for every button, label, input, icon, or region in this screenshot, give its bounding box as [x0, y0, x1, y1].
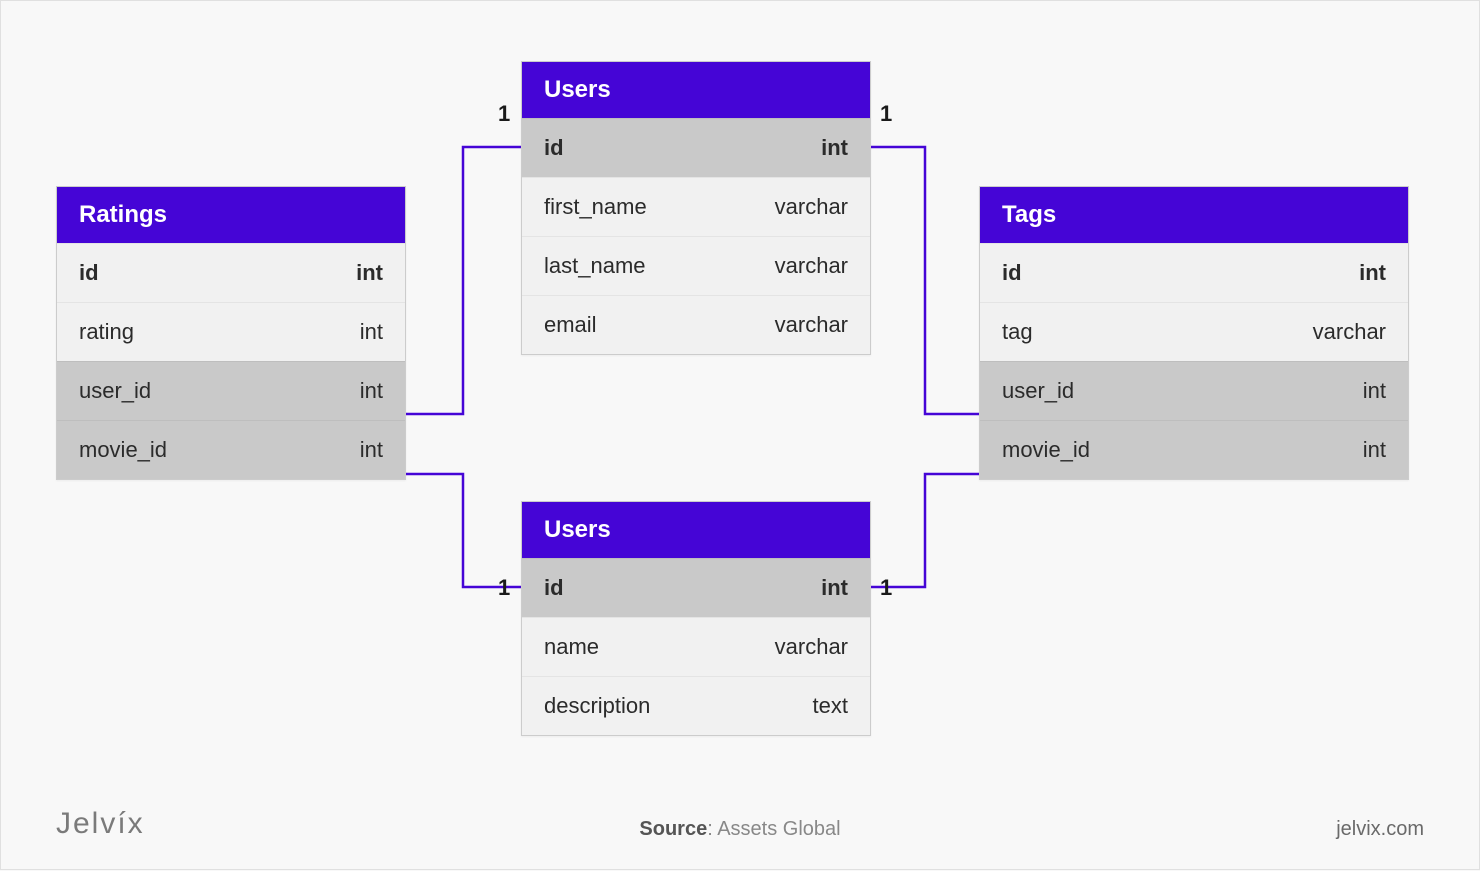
relation-line [406, 474, 521, 587]
entity-users_bottom: Users id int name varchar description text [521, 501, 871, 736]
entity-row: user_id int [57, 361, 405, 420]
column-name: tag [1002, 319, 1033, 345]
entity-row: movie_id int [980, 420, 1408, 479]
column-type: int [821, 135, 848, 161]
site-url: jelvix.com [1336, 818, 1424, 841]
entity-row: first_name varchar [522, 177, 870, 236]
relation-line [871, 147, 979, 414]
source-credit: Source: Assets Global [639, 818, 840, 841]
entity-row: id int [522, 118, 870, 177]
column-type: int [360, 378, 383, 404]
column-name: name [544, 634, 599, 660]
cardinality-label: 1 [880, 575, 892, 601]
cardinality-label: 1 [880, 101, 892, 127]
relation-line [871, 474, 979, 587]
entity-header: Tags [980, 187, 1408, 243]
column-name: id [79, 260, 99, 286]
column-type: int [360, 319, 383, 345]
column-name: movie_id [79, 437, 167, 463]
relation-line [406, 147, 521, 414]
column-type: int [821, 575, 848, 601]
entity-header: Ratings [57, 187, 405, 243]
entity-row: rating int [57, 302, 405, 361]
column-type: text [813, 693, 848, 719]
entity-header: Users [522, 62, 870, 118]
column-name: movie_id [1002, 437, 1090, 463]
column-name: rating [79, 319, 134, 345]
source-value: Assets Global [717, 818, 840, 840]
entity-ratings: Ratingsidintratingintuser_idintmovie_idi… [56, 186, 406, 480]
column-type: varchar [775, 194, 848, 220]
entity-row: user_id int [980, 361, 1408, 420]
entity-users_top: Usersidintfirst_namevarcharlast_namevarc… [521, 61, 871, 355]
entity-row: name varchar [522, 617, 870, 676]
entity-row: id int [522, 558, 870, 617]
column-type: varchar [775, 634, 848, 660]
column-type: int [1363, 437, 1386, 463]
cardinality-label: 1 [498, 101, 510, 127]
column-type: int [356, 260, 383, 286]
brand-logo: Jelvíx [56, 807, 145, 841]
column-name: id [544, 575, 564, 601]
entity-tags: Tagsidinttagvarcharuser_idintmovie_idint [979, 186, 1409, 480]
entity-row: tag varchar [980, 302, 1408, 361]
entity-header: Users [522, 502, 870, 558]
column-name: description [544, 693, 650, 719]
column-name: user_id [1002, 378, 1074, 404]
column-name: email [544, 312, 597, 338]
entity-row: movie_id int [57, 420, 405, 479]
entity-row: email varchar [522, 295, 870, 354]
er-diagram-canvas: Jelvíx Source: Assets Global jelvix.com … [1, 1, 1479, 869]
column-type: varchar [1313, 319, 1386, 345]
column-type: int [360, 437, 383, 463]
source-label: Source [639, 818, 707, 840]
column-type: varchar [775, 253, 848, 279]
column-type: int [1363, 378, 1386, 404]
column-name: id [1002, 260, 1022, 286]
entity-row: id int [980, 243, 1408, 302]
entity-row: description text [522, 676, 870, 735]
column-type: varchar [775, 312, 848, 338]
cardinality-label: 1 [498, 575, 510, 601]
entity-row: id int [57, 243, 405, 302]
column-name: first_name [544, 194, 647, 220]
column-name: id [544, 135, 564, 161]
entity-row: last_name varchar [522, 236, 870, 295]
column-type: int [1359, 260, 1386, 286]
column-name: last_name [544, 253, 646, 279]
column-name: user_id [79, 378, 151, 404]
